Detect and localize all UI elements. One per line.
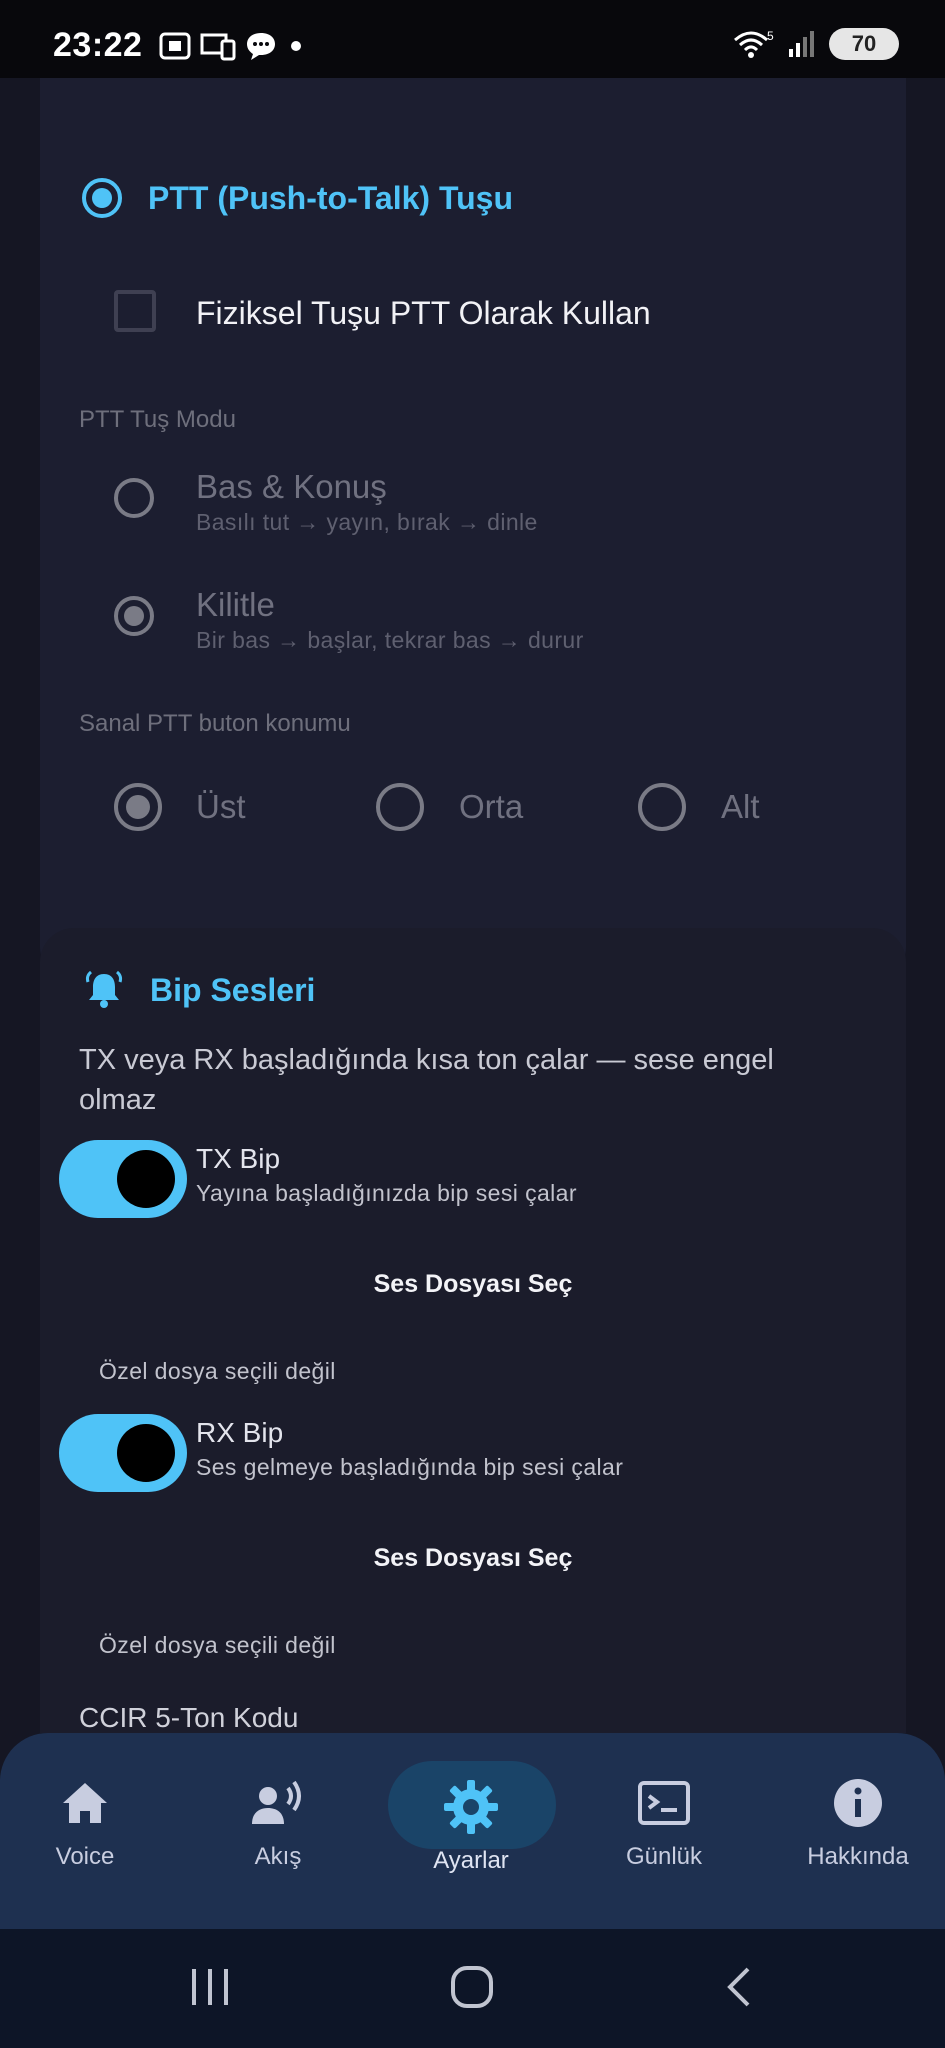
beep-section-title: Bip Sesleri: [82, 968, 315, 1012]
bell-ring-icon: [85, 970, 123, 1008]
bottom-navigation: Voice Akış Ayarlar Günlük Hakkında: [0, 1733, 945, 1929]
position-radio-bottom[interactable]: [638, 783, 686, 831]
tx-beep-title: TX Bip: [196, 1143, 281, 1174]
nav-label-gunluk: Günlük: [625, 1843, 703, 1870]
system-navigation: [0, 1929, 945, 2048]
nav-item-voice[interactable]: Voice: [10, 1773, 160, 1871]
rx-beep-title: RX Bip: [196, 1417, 284, 1448]
mode-radio-lock[interactable]: [114, 596, 154, 636]
nav-label-voice: Voice: [55, 1843, 115, 1870]
gear-icon: [444, 1780, 498, 1834]
battery-indicator: 70: [829, 28, 899, 60]
ptt-mode-label: PTT Tuş Modu: [79, 406, 236, 433]
position-middle-label: Orta: [459, 788, 524, 825]
settings-scroll[interactable]: PTT (Push-to-Talk) Tuşu Fiziksel Tuşu PT…: [0, 78, 945, 1733]
mode-radio-push[interactable]: [114, 478, 154, 518]
tx-file-status: Özel dosya seçili değil: [99, 1358, 336, 1384]
mode-push-subtitle: Basılı tut → yayın, bırak → dinle: [196, 509, 538, 535]
beep-card: Bip Sesleri TX veya RX başladığında kısa…: [40, 928, 906, 1733]
position-radio-middle[interactable]: [376, 783, 424, 831]
speaker-person-icon: [252, 1780, 301, 1824]
rx-file-status: Özel dosya seçili değil: [99, 1632, 336, 1658]
nav-item-hakkinda[interactable]: Hakkında: [783, 1773, 933, 1871]
ptt-radio[interactable]: [82, 178, 122, 218]
tx-beep-subtitle: Yayına başladığınızda bip sesi çalar: [196, 1180, 577, 1206]
svg-text:5: 5: [767, 29, 774, 43]
signal-icon: [789, 31, 814, 57]
screenshot-icon: [159, 32, 191, 60]
nav-label-akis: Akış: [254, 1843, 302, 1870]
beep-description: TX veya RX başladığında kısa ton çalar —…: [79, 1044, 774, 1116]
devices-icon: [200, 33, 236, 61]
nav-item-gunluk[interactable]: Günlük: [589, 1773, 739, 1871]
physical-key-checkbox[interactable]: [114, 290, 156, 332]
status-bar: 23:22 5 70: [0, 0, 945, 78]
ptt-card: PTT (Push-to-Talk) Tuşu Fiziksel Tuşu PT…: [40, 78, 906, 981]
system-icons: 5 70: [731, 28, 899, 60]
home-button-icon[interactable]: [450, 1965, 494, 2009]
nav-item-akis[interactable]: Akış: [203, 1773, 353, 1871]
nav-label-hakkinda: Hakkında: [807, 1843, 909, 1870]
rx-beep-toggle[interactable]: [59, 1414, 187, 1492]
info-icon: [834, 1779, 882, 1827]
wifi-icon: 5: [734, 29, 774, 58]
rx-beep-subtitle: Ses gelmeye başladığında bip sesi çalar: [196, 1454, 624, 1480]
mode-lock-subtitle: Bir bas → başlar, tekrar bas → durur: [196, 627, 584, 653]
mode-push-title: Bas & Konuş: [196, 468, 387, 505]
status-time: 23:22: [53, 26, 143, 64]
message-icon: [247, 33, 275, 60]
tx-beep-toggle[interactable]: [59, 1140, 187, 1218]
rx-select-file-button[interactable]: Ses Dosyası Seç: [40, 1544, 906, 1573]
home-icon: [63, 1783, 107, 1823]
nav-label-ayarlar: Ayarlar: [433, 1847, 509, 1874]
terminal-icon: [638, 1781, 690, 1825]
position-bottom-label: Alt: [721, 788, 760, 825]
nav-item-ayarlar[interactable]: Ayarlar: [396, 1777, 546, 1875]
mode-lock-title: Kilitle: [196, 586, 275, 623]
physical-key-label: Fiziksel Tuşu PTT Olarak Kullan: [196, 295, 651, 331]
ptt-position-label: Sanal PTT buton konumu: [79, 710, 351, 737]
position-top-label: Üst: [196, 788, 246, 825]
position-radio-top[interactable]: [114, 783, 162, 831]
back-icon[interactable]: [722, 1965, 754, 2009]
dot-icon: [291, 41, 301, 51]
recent-apps-icon[interactable]: [190, 1967, 230, 2007]
notification-icons: [158, 30, 306, 62]
ptt-section-title: PTT (Push-to-Talk) Tuşu: [82, 178, 513, 218]
ccir-label: CCIR 5-Ton Kodu: [79, 1702, 299, 1733]
tx-select-file-button[interactable]: Ses Dosyası Seç: [40, 1270, 906, 1299]
